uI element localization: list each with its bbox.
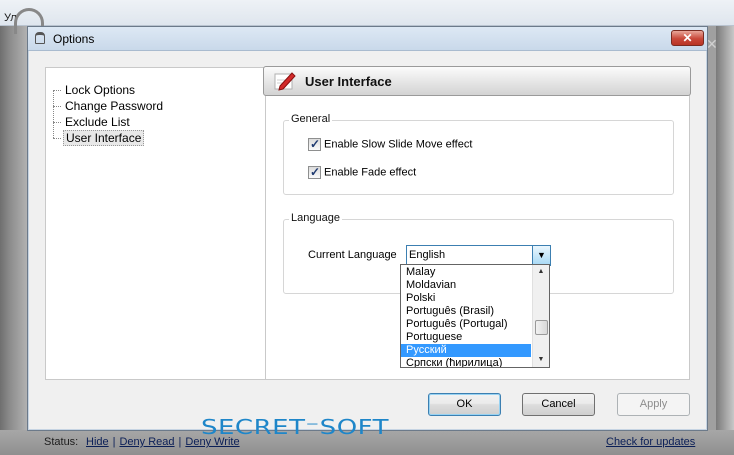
- tree-item-label: Exclude List: [65, 115, 130, 129]
- scrollbar-thumb[interactable]: [535, 320, 548, 335]
- separator: |: [178, 436, 182, 448]
- slow-slide-checkbox-row[interactable]: Enable Slow Slide Move effect: [308, 137, 473, 154]
- cancel-button[interactable]: Cancel: [522, 393, 595, 416]
- pencil-icon: [274, 72, 296, 91]
- tree-connector: [53, 90, 61, 92]
- slow-slide-checkbox[interactable]: [308, 137, 321, 151]
- language-legend: Language: [289, 212, 342, 224]
- current-language-label: Current Language: [308, 249, 397, 261]
- language-option-highlighted[interactable]: Русский: [401, 344, 531, 357]
- tree-item-change-password[interactable]: Change Password: [53, 99, 165, 114]
- tree-connector: [53, 122, 61, 124]
- dialog-titlebar[interactable]: Options ✕: [28, 27, 707, 51]
- deny-read-link[interactable]: Deny Read: [119, 436, 174, 448]
- tree-connector: [53, 106, 61, 108]
- tree-item-label: Lock Options: [65, 83, 136, 97]
- tree-item-label: User Interface: [63, 130, 145, 146]
- fade-effect-checkbox[interactable]: [308, 165, 321, 179]
- tree-item-label: Change Password: [65, 99, 164, 113]
- tree-item-user-interface[interactable]: User Interface: [53, 130, 145, 146]
- scroll-up-icon[interactable]: ▲: [533, 265, 549, 279]
- general-group: General Enable Slow Slide Move effect En…: [283, 113, 674, 195]
- language-option[interactable]: Português (Portugal): [401, 318, 531, 331]
- options-dialog: Options ✕ Lock Options Change Password E…: [27, 26, 708, 439]
- status-label: Status:: [44, 436, 79, 448]
- language-select-value: English: [409, 249, 446, 261]
- background-app-titlebar: [0, 0, 734, 26]
- close-button[interactable]: ✕: [671, 30, 704, 46]
- language-option[interactable]: Moldavian: [401, 279, 531, 292]
- fade-effect-checkbox-row[interactable]: Enable Fade effect: [308, 165, 417, 182]
- language-dropdown-list[interactable]: Malay Moldavian Polski Português (Brasil…: [400, 264, 550, 368]
- tree-connector: [53, 138, 61, 140]
- scroll-down-icon[interactable]: ▼: [533, 353, 549, 367]
- section-header: User Interface: [263, 66, 691, 96]
- general-legend: General: [289, 113, 333, 125]
- background-window-edge: [716, 26, 734, 455]
- apply-button[interactable]: Apply: [617, 393, 690, 416]
- options-tree: Lock Options Change Password Exclude Lis…: [45, 67, 281, 380]
- language-option[interactable]: Malay: [401, 266, 531, 279]
- language-option[interactable]: Polski: [401, 292, 531, 305]
- language-select[interactable]: English ▼: [406, 245, 551, 266]
- dialog-title: Options: [53, 32, 95, 46]
- hide-link[interactable]: Hide: [86, 436, 109, 448]
- language-option[interactable]: Portuguese: [401, 331, 531, 344]
- checkbox-label: Enable Fade effect: [324, 166, 417, 179]
- checkbox-label: Enable Slow Slide Move effect: [324, 138, 473, 151]
- tree-item-lock-options[interactable]: Lock Options: [53, 83, 137, 98]
- lock-icon: [35, 32, 45, 44]
- language-option[interactable]: Português (Brasil): [401, 305, 531, 318]
- tree-item-exclude-list[interactable]: Exclude List: [53, 115, 132, 130]
- section-title: User Interface: [305, 74, 392, 89]
- separator: |: [112, 436, 116, 448]
- ok-button[interactable]: OK: [428, 393, 501, 416]
- language-option[interactable]: Српски (ћирилица): [401, 357, 531, 367]
- dropdown-scrollbar[interactable]: ▲ ▼: [532, 265, 549, 367]
- secret-soft-logo: SECRET⁻SOFT: [201, 416, 390, 440]
- check-for-updates-link[interactable]: Check for updates: [606, 436, 695, 448]
- chevron-down-icon[interactable]: ▼: [532, 246, 550, 265]
